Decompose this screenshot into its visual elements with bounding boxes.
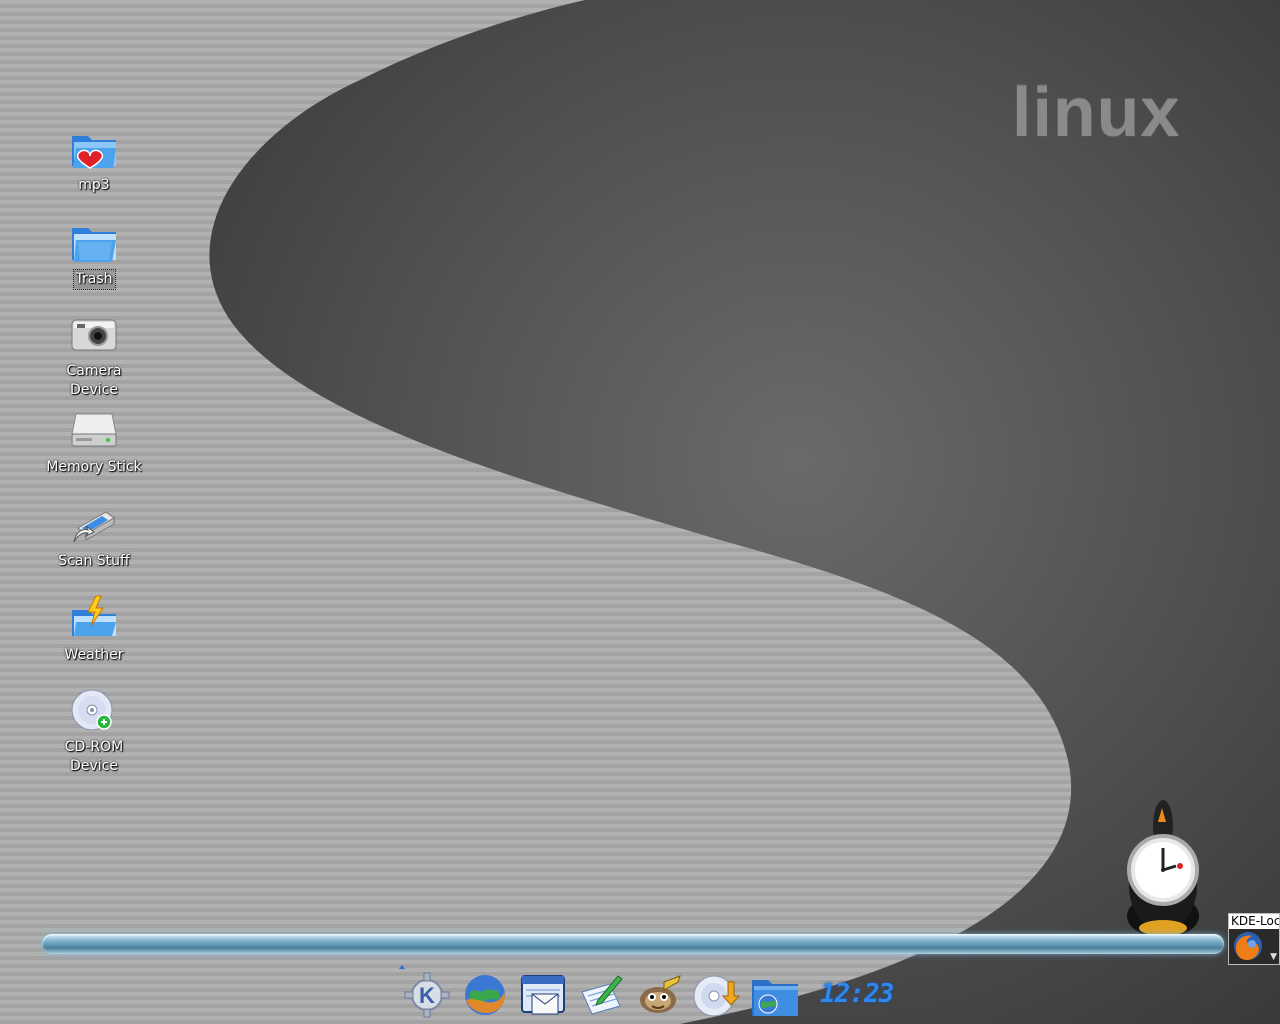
penguin-clock-widget[interactable] [1118, 796, 1208, 938]
application-launcher-dock: K [398, 966, 888, 1022]
kde-logo-icon: K [404, 972, 450, 1018]
svg-text:K: K [419, 983, 435, 1008]
taskbar-window-button[interactable]: KDE-Loc ▼ [1228, 913, 1280, 965]
mail-calendar-icon [521, 975, 565, 1015]
desktop-icon-memory-stick[interactable]: Memory Stick [39, 404, 149, 477]
gimp-launcher[interactable] [634, 970, 684, 1020]
mail-client-launcher[interactable] [518, 970, 568, 1020]
panel-glow-bar [42, 934, 1224, 954]
globe-browser-icon [465, 975, 505, 1015]
desktop-icon-scan-stuff[interactable]: Scan Stuff [39, 498, 149, 571]
weather-icon [72, 595, 116, 636]
desktop-icon-mp3[interactable]: mp3 [39, 122, 149, 195]
desktop-icon-label: Memory Stick [46, 459, 142, 475]
camera-icon [71, 319, 117, 351]
cdrom-icon [71, 689, 113, 731]
file-manager-launcher[interactable] [750, 970, 800, 1020]
desktop-icon-label: Scan Stuff [58, 553, 130, 569]
firefox-icon [1234, 932, 1262, 960]
desktop-icon-label: mp3 [78, 177, 110, 193]
desktop-wallpaper [0, 0, 1280, 1024]
taskbar-window-title: KDE-Loc [1229, 914, 1279, 929]
desktop-icon-label: Camera Device [66, 363, 122, 398]
chevron-down-icon[interactable]: ▼ [1270, 952, 1277, 962]
desktop-icon-camera[interactable]: Camera Device [39, 310, 149, 400]
gimp-icon [640, 975, 681, 1013]
scanner-icon [73, 511, 115, 543]
desktop-icon-label: Weather [64, 647, 124, 663]
web-browser-launcher[interactable] [460, 970, 510, 1020]
cd-burn-icon [693, 975, 741, 1017]
text-editor-launcher[interactable] [576, 970, 626, 1020]
folder-trash-icon [72, 228, 116, 262]
desktop-icon-trash[interactable]: Trash [39, 216, 149, 290]
removable-drive-icon [71, 413, 117, 447]
folder-network-icon [752, 980, 798, 1016]
desktop-icon-label: CD-ROM Device [64, 739, 124, 774]
notepad-pencil-icon [581, 975, 623, 1015]
wallpaper-brand-text: linux [1012, 73, 1181, 151]
desktop-icon-cdrom[interactable]: CD-ROM Device [39, 686, 149, 776]
desktop-icon-weather[interactable]: Weather [39, 592, 149, 665]
desktop-icon-label: Trash [72, 269, 116, 290]
kde-menu-button[interactable]: K [402, 970, 452, 1020]
taskbar-clock[interactable]: 12:23 [820, 979, 894, 1011]
folder-music-icon [72, 136, 116, 169]
cd-burner-launcher[interactable] [692, 970, 742, 1020]
